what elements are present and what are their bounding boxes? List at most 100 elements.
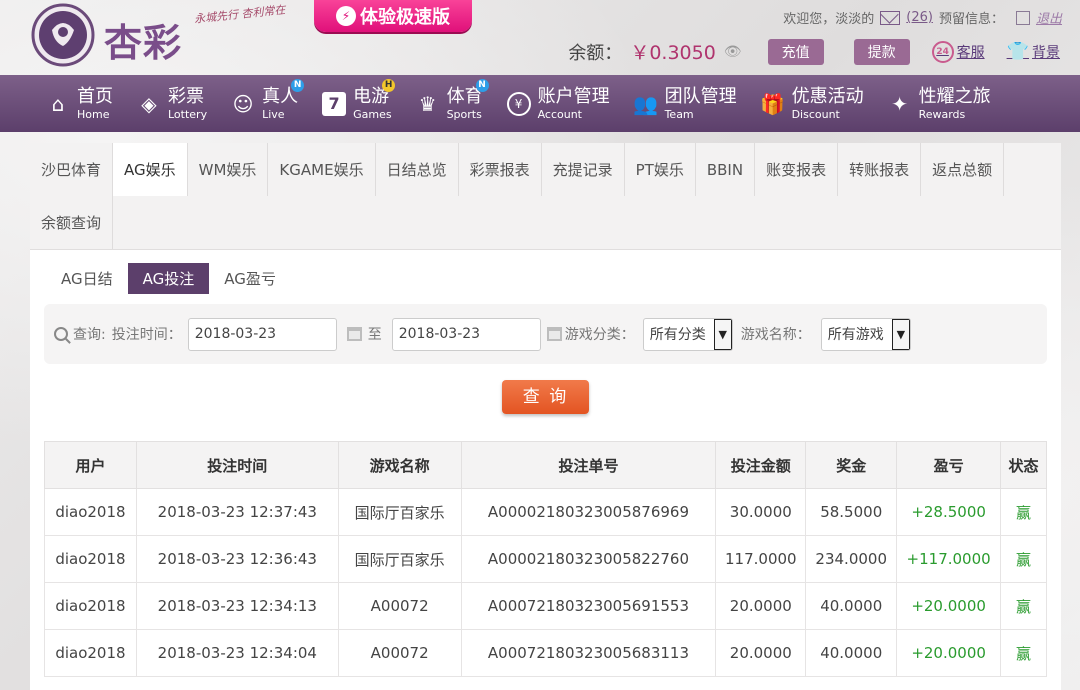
logo-slogan: 永城先行 杏利常在 bbox=[193, 3, 286, 26]
nav-sublabel: Team bbox=[664, 107, 694, 121]
user-cell: diao2018 bbox=[44, 582, 137, 630]
bet-amount-cell: 30.0000 bbox=[715, 488, 807, 536]
nav-label: 首页 bbox=[77, 85, 113, 107]
payout-cell: 40.0000 bbox=[805, 582, 898, 630]
reserved-info-label: 预留信息： bbox=[938, 12, 1004, 27]
column-header[interactable]: 投注时间 bbox=[135, 441, 339, 489]
gift-icon: 🎁 bbox=[760, 91, 786, 116]
nav-item-games[interactable]: 7 电游 Games H bbox=[322, 78, 396, 121]
withdraw-button[interactable]: 提款 bbox=[853, 38, 910, 65]
theme-link[interactable]: 👕 背景 bbox=[1007, 41, 1060, 62]
column-header[interactable]: 用户 bbox=[44, 441, 137, 489]
speed-version-button[interactable]: ⚡ 体验极速版 bbox=[314, 0, 472, 32]
ticket-icon: ◈ bbox=[141, 91, 157, 116]
mail-count-link[interactable]: (26) bbox=[906, 10, 933, 25]
tab-account-change[interactable]: 账变报表 bbox=[755, 143, 839, 196]
nav-label: 优惠活动 bbox=[791, 85, 864, 107]
category-select[interactable]: 所有分类 ▼ bbox=[642, 317, 733, 351]
tab-kgame[interactable]: KGAME娱乐 bbox=[268, 143, 376, 196]
status-cell: 赢 bbox=[1000, 582, 1047, 630]
hide-balance-icon[interactable]: 👁 bbox=[724, 44, 742, 60]
subtab-ag-profit[interactable]: AG盈亏 bbox=[209, 263, 291, 294]
tab-rebate-total[interactable]: 返点总额 bbox=[921, 143, 1005, 196]
main-nav: ⌂ 首页 Home ◈ 彩票 Lottery ☺ 真人 Live N 7 电游 Game… bbox=[0, 75, 1080, 132]
tab-saba-sports[interactable]: 沙巴体育 bbox=[30, 143, 114, 196]
support-24-icon: 24 bbox=[931, 40, 954, 63]
edit-icon[interactable] bbox=[1015, 10, 1030, 25]
mail-icon[interactable] bbox=[880, 10, 901, 25]
bet-time-cell: 2018-03-23 12:34:13 bbox=[135, 582, 339, 630]
nav-item-account[interactable]: ¥ 账户管理 Account bbox=[506, 85, 610, 121]
customer-service-link[interactable]: 24 客服 bbox=[931, 40, 985, 63]
tab-lottery-report[interactable]: 彩票报表 bbox=[459, 143, 542, 196]
bets-table: 用户 投注时间 游戏名称 投注单号 投注金额 奖金 盈亏 状态 diao2018… bbox=[44, 441, 1047, 677]
calendar-icon[interactable] bbox=[346, 327, 362, 341]
bet-amount-cell: 20.0000 bbox=[715, 629, 807, 677]
deposit-button[interactable]: 充值 bbox=[767, 38, 824, 65]
report-panel: 沙巴体育 AG娱乐 WM娱乐 KGAME娱乐 日结总览 彩票报表 充提记录 PT… bbox=[30, 143, 1061, 690]
logout-link[interactable]: 退出 bbox=[1036, 8, 1062, 27]
logo-text[interactable]: 杏彩 bbox=[104, 12, 182, 67]
tab-daily-overview[interactable]: 日结总览 bbox=[376, 143, 459, 196]
query-label: 查询: bbox=[73, 327, 106, 343]
tab-bbin[interactable]: BBIN bbox=[696, 143, 756, 196]
nav-label: 账户管理 bbox=[537, 85, 610, 107]
nav-item-discount[interactable]: 🎁 优惠活动 Discount bbox=[760, 85, 864, 120]
column-header[interactable]: 游戏名称 bbox=[337, 441, 462, 489]
nav-item-sports[interactable]: ♛ 体育 Sports N bbox=[416, 78, 489, 120]
tab-deposit-withdraw[interactable]: 充提记录 bbox=[542, 143, 625, 196]
game-name-cell: 国际厅百家乐 bbox=[337, 535, 462, 583]
status-cell: 赢 bbox=[1000, 629, 1047, 677]
balance-label: 余额： bbox=[568, 42, 623, 64]
user-cell: diao2018 bbox=[44, 629, 137, 677]
game-name-select[interactable]: 所有游戏 ▼ bbox=[820, 317, 911, 351]
subtab-ag-daily[interactable]: AG日结 bbox=[46, 263, 128, 294]
speed-icon: ⚡ bbox=[336, 6, 356, 26]
nav-sublabel: Live bbox=[262, 107, 285, 121]
report-tabs: 沙巴体育 AG娱乐 WM娱乐 KGAME娱乐 日结总览 彩票报表 充提记录 PT… bbox=[30, 143, 1061, 250]
column-header[interactable]: 盈亏 bbox=[896, 441, 1002, 489]
tab-transfer-report[interactable]: 转账报表 bbox=[838, 143, 922, 196]
nav-sublabel: Home bbox=[77, 107, 110, 121]
column-header[interactable]: 奖金 bbox=[805, 441, 898, 489]
speed-version-label: 体验极速版 bbox=[360, 7, 450, 28]
profit-cell: +20.0000 bbox=[896, 629, 1002, 677]
nav-item-lottery[interactable]: ◈ 彩票 Lottery bbox=[137, 85, 207, 120]
nav-sublabel: Games bbox=[353, 107, 392, 121]
tab-balance-query[interactable]: 余额查询 bbox=[30, 196, 114, 249]
query-button[interactable]: 查 询 bbox=[502, 380, 589, 414]
game-name-label: 游戏名称： bbox=[740, 327, 811, 343]
subtab-ag-bets[interactable]: AG投注 bbox=[127, 263, 210, 294]
bet-id-cell: A00072180323005691553 bbox=[460, 582, 717, 630]
tab-ag[interactable]: AG娱乐 bbox=[113, 143, 188, 196]
nav-item-home[interactable]: ⌂ 首页 Home bbox=[46, 85, 113, 121]
date-to-input[interactable]: 2018-03-23 bbox=[391, 317, 541, 351]
table-row[interactable]: diao2018 2018-03-23 12:34:04 A00072 A000… bbox=[44, 629, 1047, 677]
nav-label: 团队管理 bbox=[664, 85, 737, 107]
status-cell: 赢 bbox=[1000, 535, 1047, 583]
bet-id-cell: A00002180323005876969 bbox=[460, 488, 717, 536]
table-row[interactable]: diao2018 2018-03-23 12:36:43 国际厅百家乐 A000… bbox=[44, 535, 1047, 583]
bet-time-cell: 2018-03-23 12:34:04 bbox=[135, 629, 339, 677]
nav-item-rewards[interactable]: ✦ 性耀之旅 Rewards bbox=[888, 87, 990, 120]
category-label: 游戏分类： bbox=[564, 327, 635, 343]
column-header[interactable]: 状态 bbox=[1000, 441, 1047, 489]
logo-emblem-icon[interactable] bbox=[30, 2, 96, 68]
nav-item-team[interactable]: 👥 团队管理 Team bbox=[633, 85, 737, 121]
game-name-cell: A00072 bbox=[337, 582, 462, 630]
new-badge: N bbox=[475, 78, 489, 92]
table-row[interactable]: diao2018 2018-03-23 12:34:13 A00072 A000… bbox=[44, 582, 1047, 630]
tab-pt[interactable]: PT娱乐 bbox=[625, 143, 696, 196]
column-header[interactable]: 投注金额 bbox=[715, 441, 807, 489]
bet-amount-cell: 117.0000 bbox=[715, 535, 807, 583]
calendar-icon[interactable] bbox=[546, 327, 562, 341]
nav-item-live[interactable]: ☺ 真人 Live N bbox=[231, 78, 305, 121]
tab-wm[interactable]: WM娱乐 bbox=[188, 143, 269, 196]
date-from-input[interactable]: 2018-03-23 bbox=[187, 317, 337, 351]
bet-time-cell: 2018-03-23 12:37:43 bbox=[135, 488, 339, 536]
bet-time-cell: 2018-03-23 12:36:43 bbox=[135, 535, 339, 583]
nav-label: 彩票 bbox=[168, 85, 204, 107]
nav-sublabel: Account bbox=[537, 107, 582, 121]
column-header[interactable]: 投注单号 bbox=[460, 441, 717, 489]
table-row[interactable]: diao2018 2018-03-23 12:37:43 国际厅百家乐 A000… bbox=[44, 488, 1047, 536]
